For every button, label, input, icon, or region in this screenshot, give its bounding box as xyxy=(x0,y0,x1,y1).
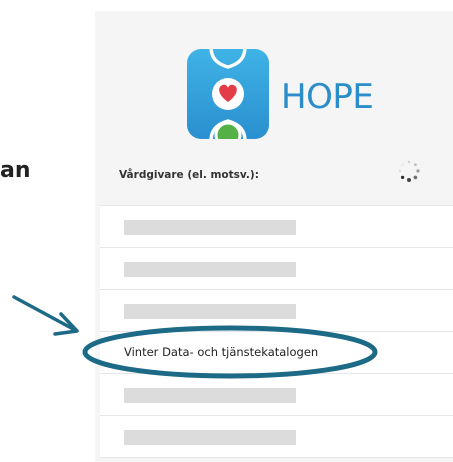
arrow-icon xyxy=(12,295,79,336)
provider-option-vinter[interactable]: Vinter Data- och tjänstekatalogen xyxy=(100,332,453,374)
provider-option-2[interactable] xyxy=(100,248,453,290)
provider-option-3[interactable] xyxy=(100,290,453,332)
hope-app-icon xyxy=(187,49,269,139)
provider-list: Vinter Data- och tjänstekatalogen xyxy=(100,205,453,458)
provider-option-6[interactable] xyxy=(100,416,453,458)
provider-option-label: Vinter Data- och tjänstekatalogen xyxy=(124,345,319,359)
redacted-label xyxy=(124,220,296,235)
redacted-label xyxy=(124,262,296,277)
hope-wordmark: HOPE xyxy=(281,77,374,117)
provider-label: Vårdgivare (el. motsv.): xyxy=(119,169,259,181)
provider-option-5[interactable] xyxy=(100,374,453,416)
redacted-label xyxy=(124,304,296,319)
redacted-label xyxy=(124,430,296,445)
spinner-icon xyxy=(398,160,420,182)
redacted-label xyxy=(124,388,296,403)
provider-option-1[interactable] xyxy=(100,205,453,248)
login-panel: HOPE Vårdgivare (el. motsv.): Vinter Dat… xyxy=(95,11,453,462)
hope-logo: HOPE xyxy=(187,49,377,139)
cut-off-text: an xyxy=(0,158,31,183)
